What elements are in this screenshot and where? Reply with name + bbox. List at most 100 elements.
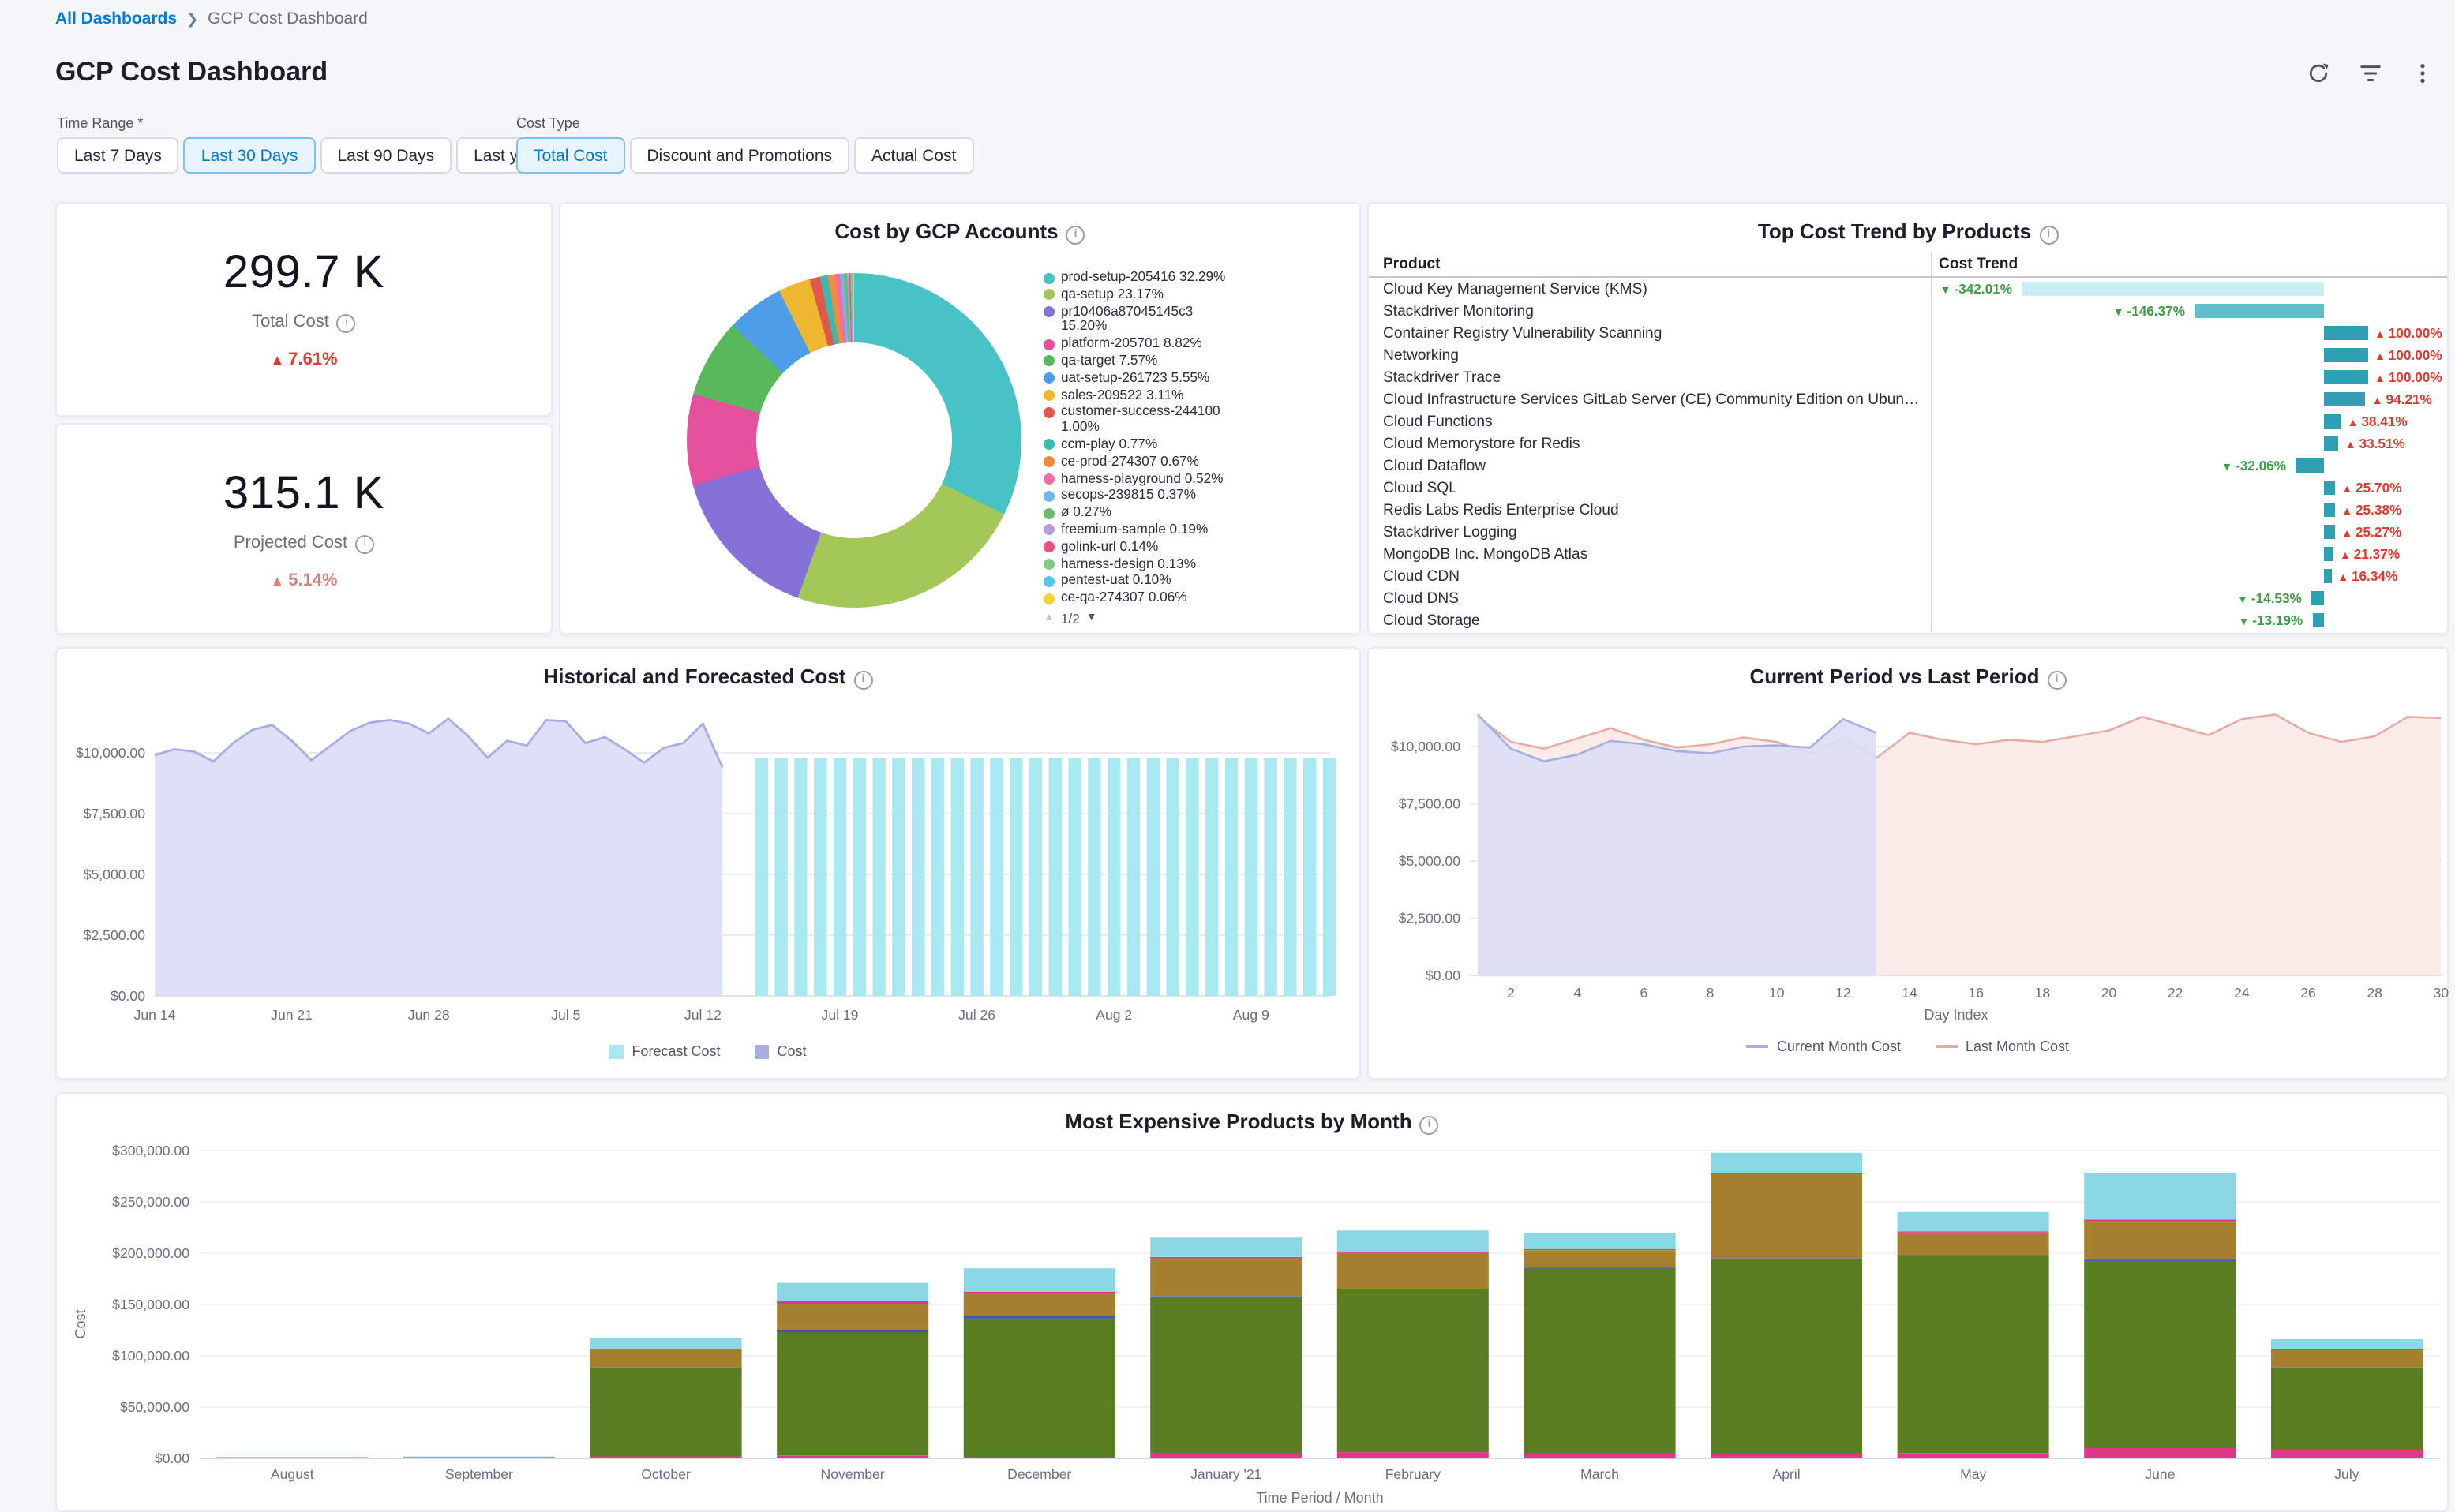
trend-bar[interactable] xyxy=(2324,547,2333,561)
legend-label: Cost xyxy=(778,1043,807,1059)
product-cell: Cloud Memorystore for Redis xyxy=(1369,435,1931,452)
donut-legend-item[interactable]: sales-209522 3.11% xyxy=(1044,387,1246,403)
column-header-product[interactable]: Product xyxy=(1369,255,1931,272)
trend-bar[interactable] xyxy=(2324,348,2368,362)
trend-bar[interactable] xyxy=(2324,436,2339,451)
trend-bar[interactable] xyxy=(2311,591,2324,605)
info-icon[interactable] xyxy=(1066,226,1085,245)
donut-legend-item[interactable]: harness-design 0.13% xyxy=(1044,556,1246,572)
trend-bar[interactable] xyxy=(2312,613,2324,627)
product-cell: Stackdriver Monitoring xyxy=(1369,302,1931,320)
donut-legend-item[interactable]: prod-setup-205416 32.29% xyxy=(1044,270,1246,286)
info-icon[interactable] xyxy=(355,535,374,554)
info-icon[interactable] xyxy=(853,671,872,690)
donut-legend-item[interactable]: qa-target 7.57% xyxy=(1044,354,1246,369)
svg-text:$7,500.00: $7,500.00 xyxy=(84,806,145,821)
legend-item-forecast-cost[interactable]: Forecast Cost xyxy=(609,1043,720,1059)
donut-legend-item[interactable]: uat-setup-261723 5.55% xyxy=(1044,371,1246,387)
table-row: Stackdriver Logging25.27% xyxy=(1369,521,2447,543)
donut-legend-item[interactable]: golink-url 0.14% xyxy=(1044,540,1246,556)
cost-trend-cell: 25.38% xyxy=(1931,499,2447,521)
legend-swatch xyxy=(755,1044,770,1058)
trend-bar[interactable] xyxy=(2296,458,2324,473)
legend-label: uat-setup-261723 5.55% xyxy=(1061,371,1238,387)
donut-legend-item[interactable]: customer-success-244100 1.00% xyxy=(1044,405,1246,436)
info-icon[interactable] xyxy=(2048,671,2067,690)
legend-item-last-month-cost[interactable]: Last Month Cost xyxy=(1936,1039,2069,1054)
donut-legend-item[interactable]: secops-239815 0.37% xyxy=(1044,488,1246,504)
chart-title: Top Cost Trend by Products xyxy=(1369,204,2447,245)
time-range-option-last-90-days[interactable]: Last 90 Days xyxy=(320,137,452,174)
donut-legend-item[interactable]: ce-qa-274307 0.06% xyxy=(1044,590,1246,606)
breadcrumb-all-dashboards[interactable]: All Dashboards xyxy=(55,9,177,28)
donut-legend-item[interactable]: ccm-play 0.77% xyxy=(1044,437,1246,453)
svg-text:December: December xyxy=(1007,1466,1071,1482)
donut-legend-item[interactable]: pentest-uat 0.10% xyxy=(1044,574,1246,589)
refresh-icon[interactable] xyxy=(2303,58,2332,87)
cost-type-option-actual-cost[interactable]: Actual Cost xyxy=(854,137,973,174)
info-icon[interactable] xyxy=(1420,1116,1439,1135)
product-cell: Cloud Dataflow xyxy=(1369,457,1931,474)
time-range-option-last-7-days[interactable]: Last 7 Days xyxy=(57,137,179,174)
trend-bar[interactable] xyxy=(2324,503,2335,517)
svg-text:Aug 2: Aug 2 xyxy=(1096,1007,1132,1023)
donut-legend-item[interactable]: ø 0.27% xyxy=(1044,505,1246,521)
trend-bar[interactable] xyxy=(2324,481,2335,495)
legend-page-down-icon[interactable] xyxy=(1086,613,1097,624)
donut-legend-item[interactable]: freemium-sample 0.19% xyxy=(1044,522,1246,538)
table-header: Product Cost Trend xyxy=(1369,251,2447,278)
svg-text:Jul 19: Jul 19 xyxy=(822,1007,859,1023)
donut-legend: prod-setup-205416 32.29%qa-setup 23.17%p… xyxy=(1044,270,1246,627)
svg-text:26: 26 xyxy=(2300,985,2316,1001)
trend-bar[interactable] xyxy=(2195,304,2324,318)
historical-forecast-chart[interactable]: $0.00$2,500.00$5,000.00$7,500.00$10,000.… xyxy=(66,693,1353,1034)
svg-text:30: 30 xyxy=(2434,985,2449,1001)
table-row: Cloud Key Management Service (KMS)-342.0… xyxy=(1369,278,2447,300)
table-body: Cloud Key Management Service (KMS)-342.0… xyxy=(1369,278,2447,631)
info-icon[interactable] xyxy=(337,314,356,333)
svg-text:24: 24 xyxy=(2234,985,2250,1001)
cost-type-option-discount-and-promotions[interactable]: Discount and Promotions xyxy=(629,137,849,174)
product-cell: Cloud Functions xyxy=(1369,413,1931,430)
trend-bar[interactable] xyxy=(2324,414,2341,429)
legend-label: ce-prod-274307 0.67% xyxy=(1061,455,1238,470)
donut-legend-item[interactable]: qa-setup 23.17% xyxy=(1044,287,1246,303)
filter-icon[interactable] xyxy=(2356,58,2384,87)
cost-trend-cell: 33.51% xyxy=(1931,432,2447,455)
legend-item-cost[interactable]: Cost xyxy=(755,1043,807,1059)
legend-label: freemium-sample 0.19% xyxy=(1061,522,1238,538)
period-comparison-chart[interactable]: $0.00$2,500.00$5,000.00$7,500.00$10,000.… xyxy=(1378,693,2450,1027)
info-icon[interactable] xyxy=(2039,226,2058,245)
trend-bar[interactable] xyxy=(2324,569,2331,583)
monthly-products-chart[interactable]: $0.00$50,000.00$100,000.00$150,000.00$20… xyxy=(63,1135,2444,1507)
trend-bar[interactable] xyxy=(2324,370,2368,384)
cost-trend-cell: 100.00% xyxy=(1931,344,2447,366)
column-header-cost-trend[interactable]: Cost Trend xyxy=(1931,251,2447,276)
svg-text:March: March xyxy=(1580,1466,1619,1482)
trend-bar[interactable] xyxy=(2324,525,2335,539)
table-row: Cloud DNS-14.53% xyxy=(1369,587,2447,609)
trend-value: 25.27% xyxy=(2341,524,2401,540)
trend-bar[interactable] xyxy=(2022,282,2324,296)
donut-legend-item[interactable]: platform-205701 8.82% xyxy=(1044,336,1246,352)
chart-title-text: Most Expensive Products by Month xyxy=(1065,1110,1411,1133)
legend-page-up-icon[interactable] xyxy=(1044,613,1055,624)
donut-legend-item[interactable]: ce-prod-274307 0.67% xyxy=(1044,455,1246,470)
trend-value: 100.00% xyxy=(2374,347,2442,363)
time-range-option-last-30-days[interactable]: Last 30 Days xyxy=(184,137,316,174)
breadcrumb: All Dashboards GCP Cost Dashboard xyxy=(0,0,2455,38)
svg-text:$0.00: $0.00 xyxy=(155,1450,189,1466)
breadcrumb-separator-icon xyxy=(186,10,198,28)
cost-type-option-total-cost[interactable]: Total Cost xyxy=(516,137,624,174)
donut-legend-item[interactable]: pr10406a87045145c3 15.20% xyxy=(1044,304,1246,335)
trend-bar[interactable] xyxy=(2324,392,2366,406)
legend-label: platform-205701 8.82% xyxy=(1061,336,1238,352)
donut-legend-item[interactable]: harness-playground 0.52% xyxy=(1044,471,1246,487)
svg-text:Jun 14: Jun 14 xyxy=(134,1007,176,1023)
product-cell: Container Registry Vulnerability Scannin… xyxy=(1369,324,1931,342)
trend-bar[interactable] xyxy=(2324,326,2368,340)
product-cell: Cloud Infrastructure Services GitLab Ser… xyxy=(1369,391,1931,408)
legend-item-current-month-cost[interactable]: Current Month Cost xyxy=(1747,1039,1901,1054)
legend-swatch xyxy=(1044,390,1055,401)
kebab-menu-icon[interactable] xyxy=(2408,58,2436,87)
